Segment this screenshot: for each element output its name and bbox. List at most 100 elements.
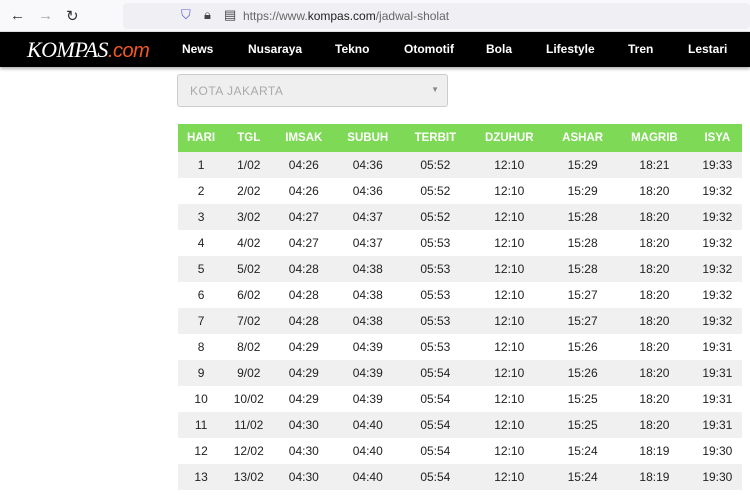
table-cell: 12:10 (469, 204, 550, 230)
table-row: 12 12/02 04:30 04:40 05:54 12:10 15:24 18:19 19:… (178, 438, 742, 464)
table-row: 10 10/02 04:29 04:39 05:54 12:10 15:25 18:20 19:… (178, 386, 742, 412)
nav-tekno[interactable]: Tekno (335, 42, 369, 56)
table-cell: 12:10 (469, 308, 550, 334)
column-header: SUBUH (334, 124, 402, 152)
nav-news[interactable]: News (182, 42, 213, 56)
table-cell: 05:53 (401, 256, 470, 282)
table-cell: 15:24 (567, 444, 598, 458)
table-cell: 7/02 (224, 308, 274, 334)
table-cell: 19:32 (702, 236, 733, 250)
table-cell: 8 (197, 340, 205, 354)
table-cell: 04:37 (334, 204, 402, 230)
table-cell: 18:21 (616, 152, 693, 178)
table-cell: 05:53 (420, 236, 451, 250)
forward-icon[interactable]: → (38, 7, 53, 24)
caret-down-icon: ▼ (431, 85, 439, 94)
table-cell: 04:38 (352, 288, 383, 302)
table-cell: 1/02 (224, 152, 274, 178)
table-cell: 12:10 (494, 288, 525, 302)
column-header: TERBIT (401, 124, 470, 152)
reader-icon[interactable]: ▤ (224, 7, 236, 23)
table-cell: 04:29 (273, 360, 335, 386)
table-cell: 05:54 (420, 392, 451, 406)
table-cell: 05:52 (401, 204, 470, 230)
column-header: ISYA (692, 124, 742, 152)
table-cell: 04:26 (273, 152, 335, 178)
table-cell: 05:54 (401, 412, 470, 438)
reload-icon[interactable]: ↻ (66, 7, 79, 25)
table-cell: 9/02 (224, 360, 274, 386)
back-icon[interactable]: ← (10, 7, 25, 24)
table-cell: 18:19 (616, 464, 693, 490)
nav-tren[interactable]: Tren (628, 42, 653, 56)
nav-lifestyle[interactable]: Lifestyle (546, 42, 595, 56)
table-cell: 12:10 (469, 256, 550, 282)
table-cell: 12:10 (469, 360, 550, 386)
lock-icon[interactable]: 🔒︎ (204, 7, 211, 23)
table-cell: 12/02 (233, 444, 264, 458)
table-cell: 04:37 (352, 236, 383, 250)
table-cell: 18:20 (616, 308, 693, 334)
table-cell: 19:33 (692, 152, 742, 178)
table-cell: 9 (178, 360, 225, 386)
table-cell: 04:27 (288, 236, 319, 250)
table-cell: 05:53 (401, 308, 470, 334)
url-text[interactable]: https://www.kompas.com/jadwal-sholat (243, 9, 449, 23)
logo-main: KOMPAS (27, 37, 108, 62)
shield-icon[interactable]: ⛉ (181, 7, 191, 23)
table-cell: 13/02 (224, 464, 274, 490)
column-header: DZUHUR (469, 124, 550, 152)
nav-lestari[interactable]: Lestari (688, 42, 727, 56)
table-cell: 12:10 (494, 236, 525, 250)
table-cell: 11 (178, 412, 225, 438)
table-cell: 04:30 (273, 412, 335, 438)
table-cell: 19:31 (692, 360, 742, 386)
table-cell: 04:29 (288, 340, 319, 354)
table-cell: 04:40 (334, 412, 402, 438)
table-row: 9 9/02 04:29 04:39 05:54 12:10 15:26 18:20 19:31 (178, 360, 742, 386)
table-row: 11 11/02 04:30 04:40 05:54 12:10 15:25 18:20 19:… (178, 412, 742, 438)
table-cell: 04:28 (273, 308, 335, 334)
table-cell: 18:20 (616, 360, 693, 386)
table-cell: 18:20 (639, 288, 670, 302)
table-row: 6 6/02 04:28 04:38 05:53 12:10 15:27 18:20 19:32 (178, 282, 742, 308)
nav-otomotif[interactable]: Otomotif (404, 42, 454, 56)
table-cell: 1 (178, 152, 225, 178)
url-prefix: https://www. (243, 9, 308, 23)
table-cell: 18:19 (639, 444, 670, 458)
table-cell: 10/02 (233, 392, 264, 406)
table-cell: 15:29 (549, 152, 617, 178)
table-cell: 04:36 (334, 152, 402, 178)
table-row: 3 3/02 04:27 04:37 05:52 12:10 15:28 18:20 19:32 (178, 204, 742, 230)
table-cell: 19:32 (702, 184, 733, 198)
table-cell: 12:10 (469, 152, 550, 178)
table-row: 7 7/02 04:28 04:38 05:53 12:10 15:27 18:20 19:32 (178, 308, 742, 334)
address-bar[interactable]: ⛉ 🔒︎ ▤ https://www.kompas.com/jadwal-sho… (123, 3, 750, 29)
table-cell: 10 (194, 392, 208, 406)
column-header: IMSAK (273, 124, 335, 152)
table-cell: 05:52 (420, 184, 451, 198)
table-cell: 3/02 (224, 204, 274, 230)
table-cell: 19:31 (692, 412, 742, 438)
main-nav: KOMPAS.com News Nusaraya Tekno Otomotif … (0, 32, 750, 67)
table-cell: 12:10 (494, 392, 525, 406)
nav-nusaraya[interactable]: Nusaraya (248, 42, 302, 56)
table-cell: 4/02 (237, 236, 261, 250)
kompas-logo[interactable]: KOMPAS.com (27, 37, 150, 63)
table-cell: 19:32 (702, 288, 733, 302)
table-cell: 18:20 (639, 392, 670, 406)
city-select[interactable]: KOTA JAKARTA ▼ (177, 74, 448, 107)
prayer-schedule-table: HARI TGL IMSAK SUBUH TERBIT DZUHUR ASHAR MAGRIB… (178, 124, 742, 490)
table-cell: 04:28 (273, 256, 335, 282)
table-cell: 12:10 (469, 412, 550, 438)
table-row: 8 8/02 04:29 04:39 05:53 12:10 15:26 18:20 19:31 (178, 334, 742, 360)
column-header: TGL (224, 124, 274, 152)
table-cell: 8/02 (237, 340, 261, 354)
table-header-row: HARI TGL IMSAK SUBUH TERBIT DZUHUR ASHAR MAGRIB… (178, 124, 742, 152)
column-header: HARI (178, 124, 225, 152)
nav-bola[interactable]: Bola (486, 42, 512, 56)
table-cell: 04:39 (352, 392, 383, 406)
table-cell: 19:31 (702, 340, 733, 354)
table-cell: 19:32 (692, 204, 742, 230)
table-cell: 15:26 (549, 360, 617, 386)
